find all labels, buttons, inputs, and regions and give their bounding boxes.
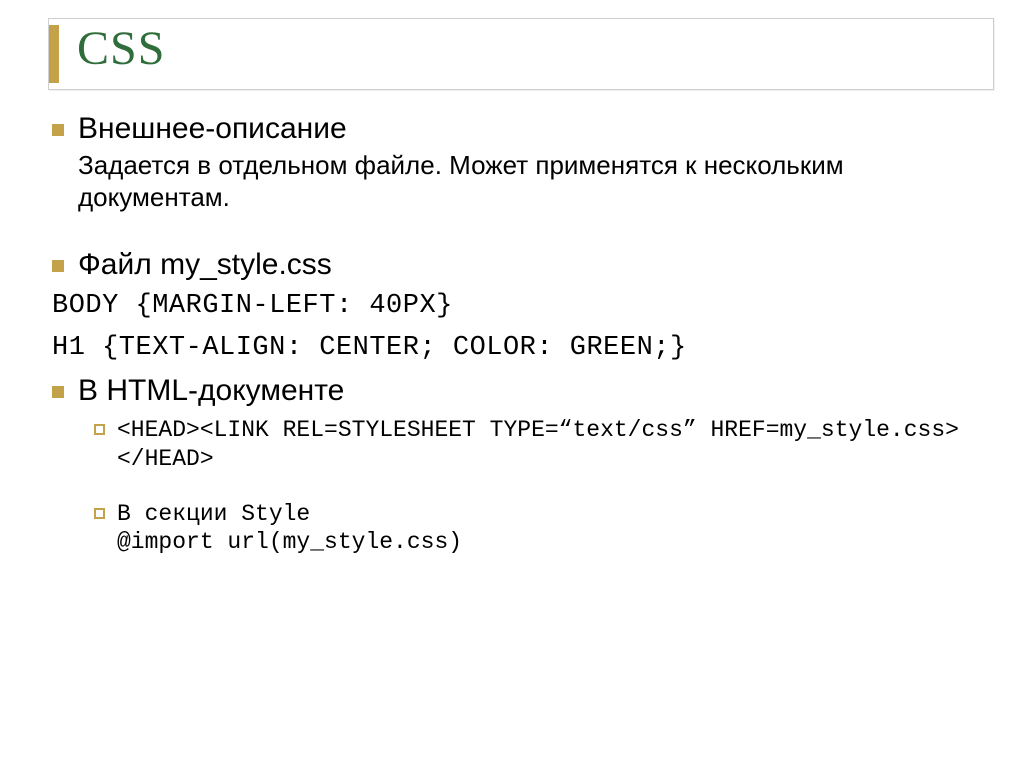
code-line: BODY {MARGIN-LEFT: 40PX}: [52, 290, 984, 324]
item3-heading: В HTML-документе: [78, 374, 344, 409]
bullet-outline-square-icon: [94, 424, 105, 435]
item1-heading: Внешнее-описание: [78, 112, 347, 147]
list-item: Внешнее-описание: [52, 112, 984, 147]
item3-sub2a: В секции Style: [117, 500, 462, 529]
item1-description: Задается в отдельном файле. Может примен…: [78, 149, 984, 214]
bullet-square-icon: [52, 124, 64, 136]
bullet-outline-square-icon: [94, 508, 105, 519]
bullet-square-icon: [52, 260, 64, 272]
list-item: <HEAD><LINK REL=STYLESHEET TYPE=“text/cs…: [94, 416, 984, 474]
slide-title: CSS: [77, 21, 165, 76]
bullet-square-icon: [52, 386, 64, 398]
code-line: H1 {TEXT-ALIGN: CENTER; COLOR: GREEN;}: [52, 332, 984, 366]
item3-sub2b: @import url(my_style.css): [117, 528, 462, 557]
item2-heading: Файл my_style.css: [78, 248, 332, 283]
slide: CSS Внешнее-описание Задается в отдельно…: [0, 0, 1024, 768]
list-item: В секции Style @import url(my_style.css): [94, 500, 984, 558]
item3-sub1: <HEAD><LINK REL=STYLESHEET TYPE=“text/cs…: [117, 416, 984, 474]
title-frame: CSS: [48, 18, 994, 90]
content-area: Внешнее-описание Задается в отдельном фа…: [52, 112, 984, 557]
list-item: В HTML-документе: [52, 374, 984, 409]
list-item: Файл my_style.css: [52, 248, 984, 283]
title-accent-bar: [49, 25, 59, 83]
